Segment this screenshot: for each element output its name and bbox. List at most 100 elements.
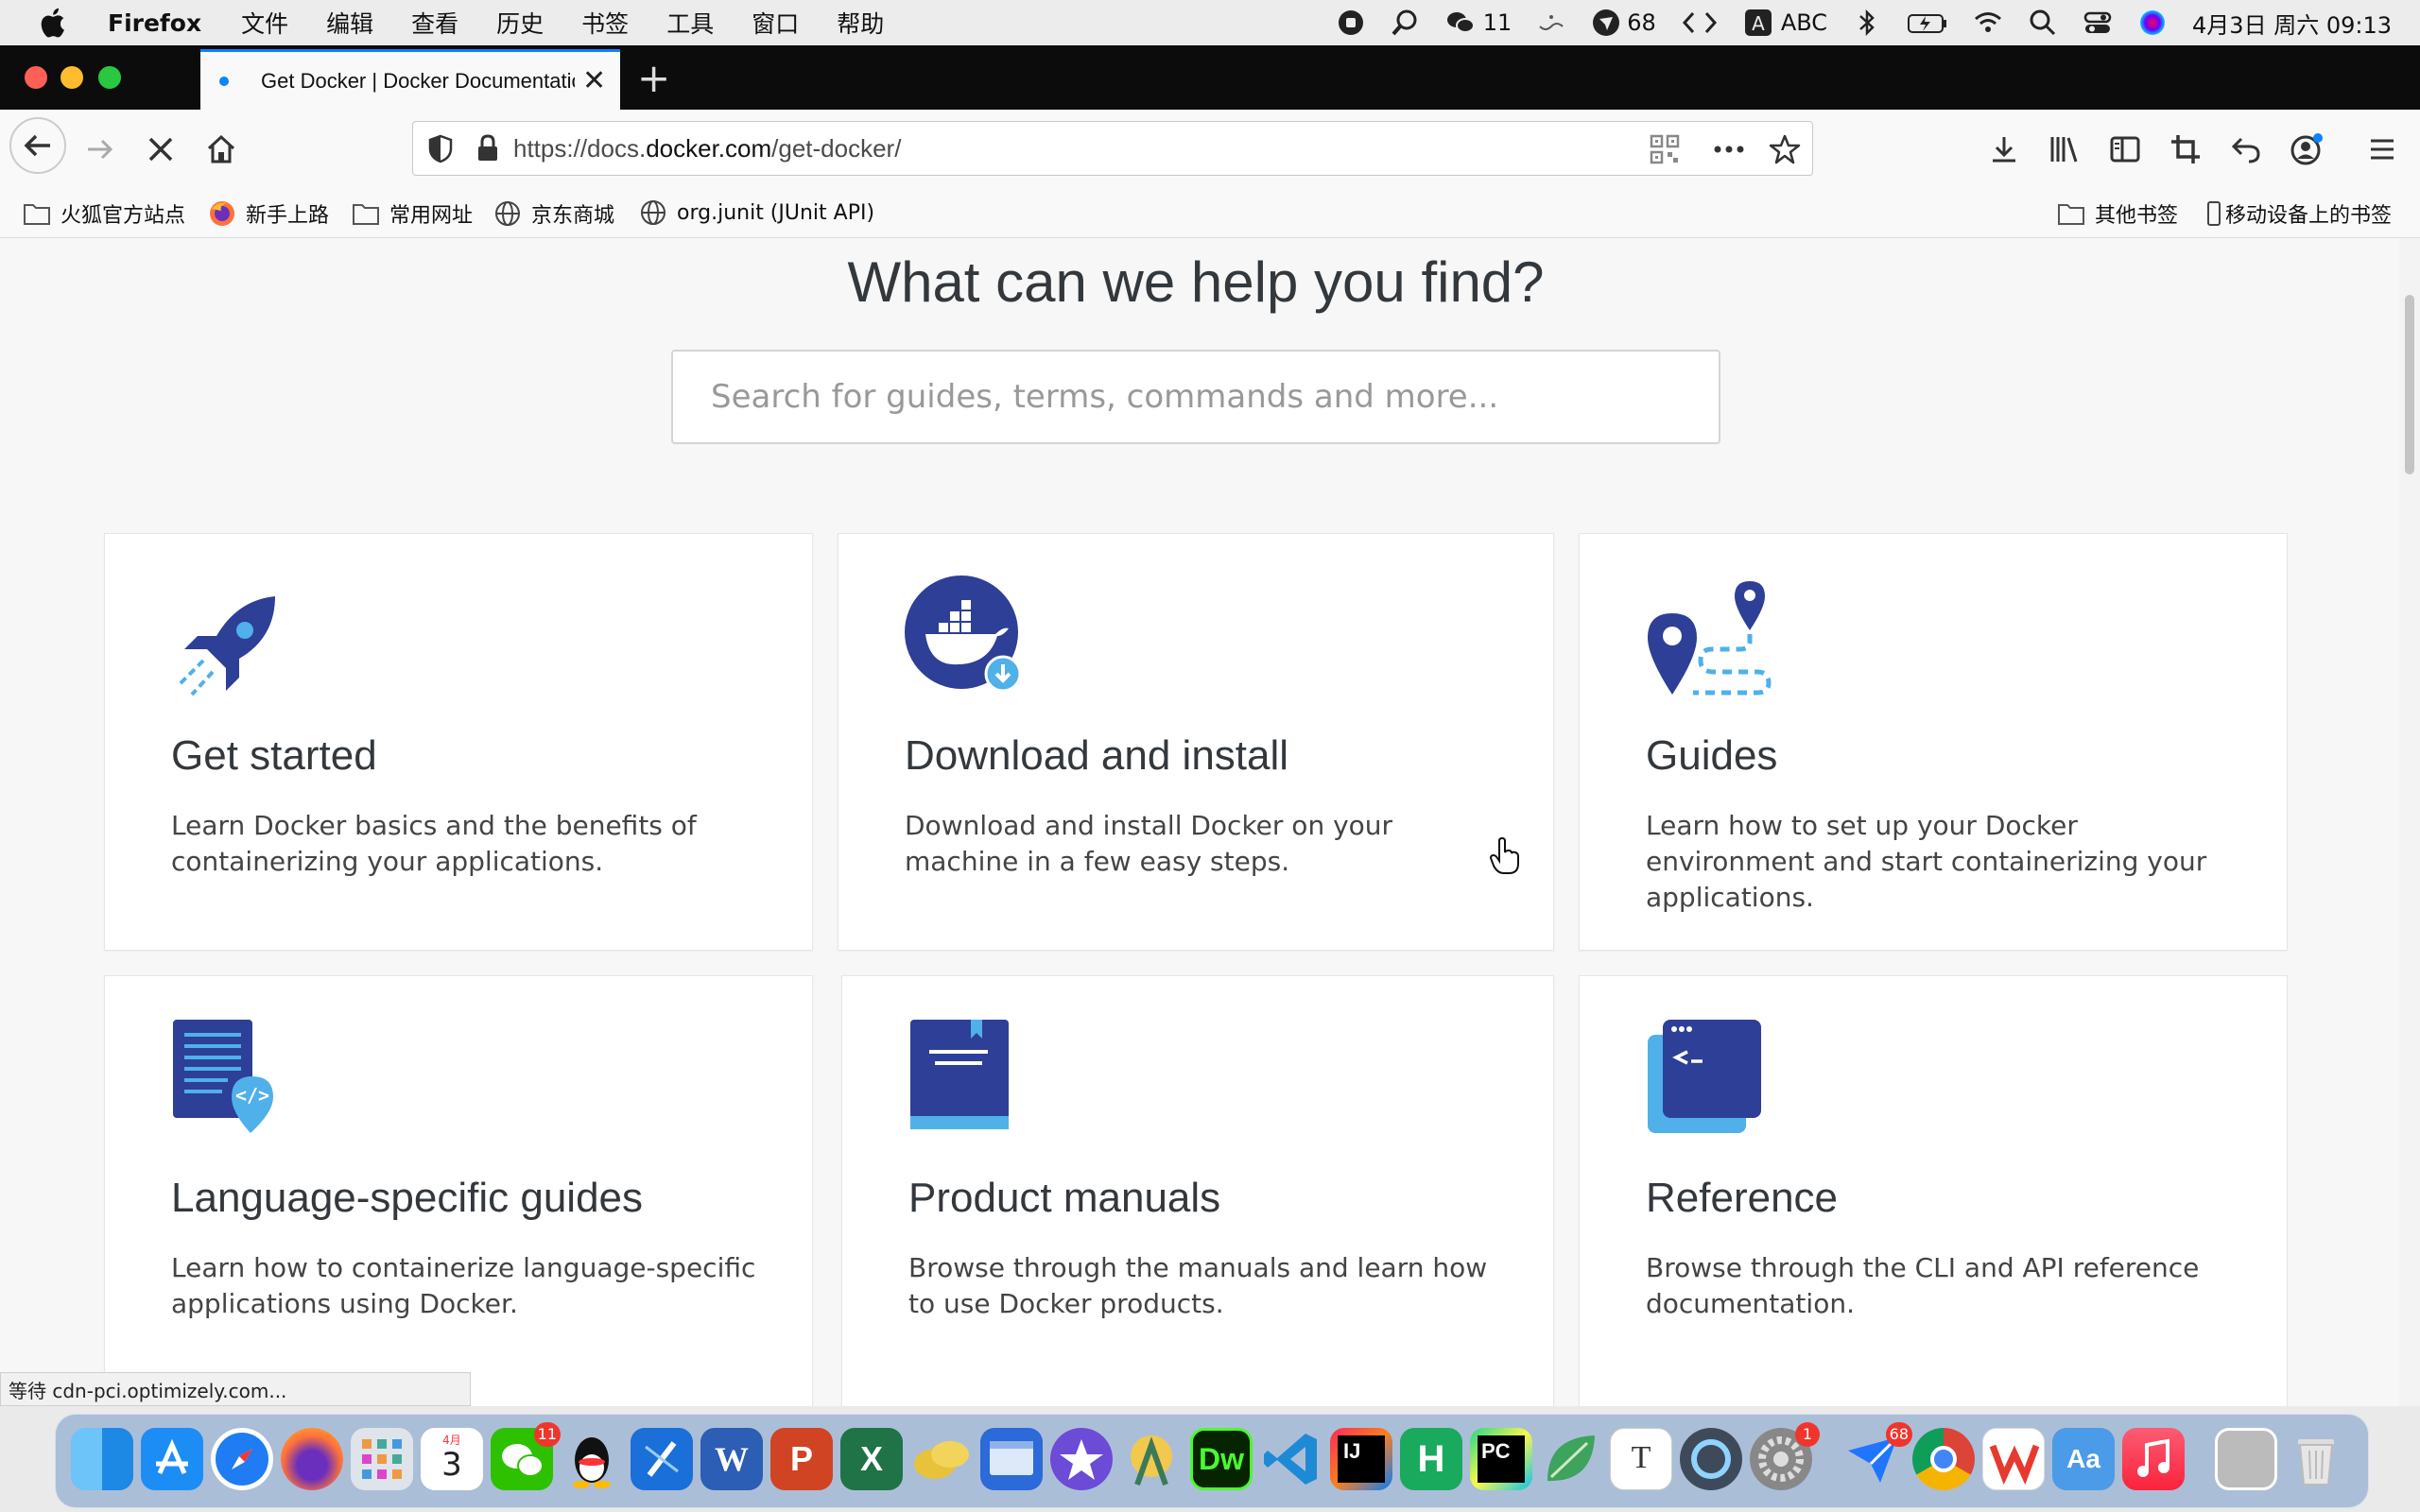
dock-qq-icon[interactable]	[561, 1428, 623, 1490]
card-language-guides[interactable]: </> Language-specific guides Learn how t…	[104, 975, 813, 1406]
screenshot-button[interactable]	[2163, 127, 2208, 172]
dock-finder-icon[interactable]	[71, 1428, 133, 1490]
page-headline: What can we help you find?	[847, 250, 1545, 314]
card-reference[interactable]: Reference Browse through the CLI and API…	[1579, 975, 2288, 1406]
arabic-glyph-icon[interactable]	[1536, 8, 1566, 38]
bluetooth-icon[interactable]	[1852, 8, 1882, 38]
docs-search-input[interactable]: Search for guides, terms, commands and m…	[671, 350, 1720, 444]
dock-xcode-icon[interactable]	[631, 1428, 693, 1490]
apple-icon[interactable]	[38, 7, 66, 39]
wifi-icon[interactable]	[1973, 8, 2003, 38]
menu-edit[interactable]: 编辑	[326, 6, 373, 40]
dock-simulator-icon[interactable]	[980, 1428, 1043, 1490]
dock-imovie-icon[interactable]	[1050, 1428, 1113, 1490]
dock-safari-icon[interactable]	[211, 1428, 273, 1490]
input-method[interactable]: A ABC	[1743, 8, 1827, 38]
bookmark-junit-api[interactable]: org.junit (JUnit API)	[639, 198, 874, 227]
search-assistant-icon[interactable]	[1391, 8, 1421, 38]
app-menu-button[interactable]	[2360, 127, 2405, 172]
sidebar-button[interactable]	[2102, 127, 2148, 172]
dock-app-store-icon[interactable]	[141, 1428, 203, 1490]
scrollbar-thumb[interactable]	[2405, 295, 2414, 474]
back-button[interactable]	[9, 117, 66, 174]
bookmark-jd-mall[interactable]: 京东商城	[493, 198, 614, 229]
dock-notes-leaf-icon[interactable]	[910, 1428, 973, 1490]
menu-history[interactable]: 历史	[496, 6, 544, 40]
window-zoom-button[interactable]	[98, 66, 121, 89]
bookmark-mobile[interactable]: 移动设备上的书签	[2206, 198, 2392, 229]
menubar-app-name[interactable]: Firefox	[108, 9, 201, 37]
downloads-button[interactable]	[1981, 127, 2027, 172]
dock-leaf-app-icon[interactable]	[1540, 1428, 1602, 1490]
tab-close-icon[interactable]: ✕	[582, 64, 606, 97]
dock-excel-icon[interactable]: X	[840, 1428, 903, 1490]
dock-wechat-icon[interactable]: 11	[491, 1422, 561, 1490]
menu-tools[interactable]: 工具	[666, 6, 714, 40]
dock-system-preferences-icon[interactable]: 1	[1750, 1422, 1820, 1490]
code-brackets-icon[interactable]	[1681, 8, 1719, 38]
menu-file[interactable]: 文件	[241, 6, 288, 40]
dock-hbuilder-icon[interactable]: H	[1400, 1428, 1462, 1490]
wechat-status[interactable]: 11	[1445, 8, 1512, 38]
dock-chrome-icon[interactable]	[1912, 1428, 1975, 1490]
menu-bookmarks[interactable]: 书签	[581, 6, 629, 40]
stop-loading-button[interactable]	[138, 127, 183, 172]
card-get-started[interactable]: Get started Learn Docker basics and the …	[104, 533, 813, 951]
shield-icon[interactable]	[426, 133, 455, 163]
new-tab-button[interactable]: +	[637, 55, 670, 101]
dock-screenshot-stack-icon[interactable]	[2215, 1428, 2277, 1490]
dock-music-icon[interactable]	[2122, 1428, 2185, 1490]
siri-icon[interactable]	[2137, 8, 2168, 38]
library-button[interactable]	[2042, 127, 2087, 172]
docker-whale-icon	[905, 576, 1022, 693]
dock-typora-icon[interactable]: T	[1610, 1428, 1672, 1490]
tab-docker-docs[interactable]: Get Docker | Docker Documentation ✕	[200, 49, 620, 110]
account-button[interactable]	[2284, 127, 2329, 172]
card-product-manuals[interactable]: Product manuals Browse through the manua…	[841, 975, 1554, 1406]
wechat-count: 11	[1482, 9, 1512, 36]
dock-feishu-icon[interactable]: 68	[1842, 1422, 1912, 1490]
folder-icon	[24, 204, 50, 225]
bookmark-other[interactable]: 其他书签	[2057, 198, 2178, 229]
page-scrollbar[interactable]	[2399, 238, 2420, 1406]
dock-trash-icon[interactable]	[2285, 1428, 2347, 1490]
card-guides[interactable]: Guides Learn how to set up your Docker e…	[1579, 533, 2288, 951]
card-download-install[interactable]: Download and install Download and instal…	[838, 533, 1554, 951]
bookmark-common-sites[interactable]: 常用网址	[352, 198, 473, 229]
battery-icon[interactable]	[1907, 8, 1948, 38]
menubar-clock[interactable]: 4月3日 周六 09:13	[2192, 7, 2392, 40]
dock-dreamweaver-icon[interactable]: Dw	[1190, 1428, 1253, 1490]
dock-vscode-icon[interactable]	[1260, 1428, 1322, 1490]
screen-record-icon[interactable]	[1336, 8, 1366, 38]
dock-proxy-app-icon[interactable]	[1680, 1428, 1742, 1490]
bookmark-firefox-official[interactable]: 火狐官方站点	[23, 198, 185, 229]
qr-code-icon[interactable]	[1650, 134, 1680, 164]
more-actions-icon[interactable]	[1712, 136, 1746, 163]
dock-pycharm-icon[interactable]: PC	[1470, 1428, 1532, 1490]
dock-dictionary-icon[interactable]: Aa	[2052, 1428, 2115, 1490]
notifier-status[interactable]: 68	[1591, 8, 1656, 38]
forward-button[interactable]	[78, 127, 123, 172]
home-button[interactable]	[199, 127, 244, 172]
bookmark-star-icon[interactable]	[1769, 133, 1801, 165]
window-minimize-button[interactable]	[60, 66, 83, 89]
lock-icon[interactable]	[475, 133, 500, 163]
dock-powerpoint-icon[interactable]: P	[770, 1428, 833, 1490]
menu-help[interactable]: 帮助	[837, 6, 884, 40]
menu-view[interactable]: 查看	[411, 6, 458, 40]
spotlight-icon[interactable]	[2028, 8, 2058, 38]
menu-window[interactable]: 窗口	[752, 6, 799, 40]
dock-launchpad-icon[interactable]	[351, 1428, 413, 1490]
dock-firefox-icon[interactable]	[281, 1428, 343, 1490]
dock-intellij-icon[interactable]: IJ	[1330, 1428, 1392, 1490]
dock-calendar-icon[interactable]: 4月 3	[421, 1428, 483, 1490]
control-center-icon[interactable]	[2083, 8, 2113, 38]
dock-android-studio-icon[interactable]	[1120, 1428, 1183, 1490]
bookmark-getting-started[interactable]: 新手上路	[208, 198, 329, 229]
dock-wps-icon[interactable]	[1982, 1428, 2045, 1490]
undo-button[interactable]	[2223, 127, 2269, 172]
dock-word-icon[interactable]: W	[700, 1428, 763, 1490]
window-close-button[interactable]	[25, 66, 47, 89]
card-description: Learn Docker basics and the benefits of …	[171, 810, 697, 877]
address-bar[interactable]: https://docs.docker.com/get-docker/	[412, 121, 1813, 176]
